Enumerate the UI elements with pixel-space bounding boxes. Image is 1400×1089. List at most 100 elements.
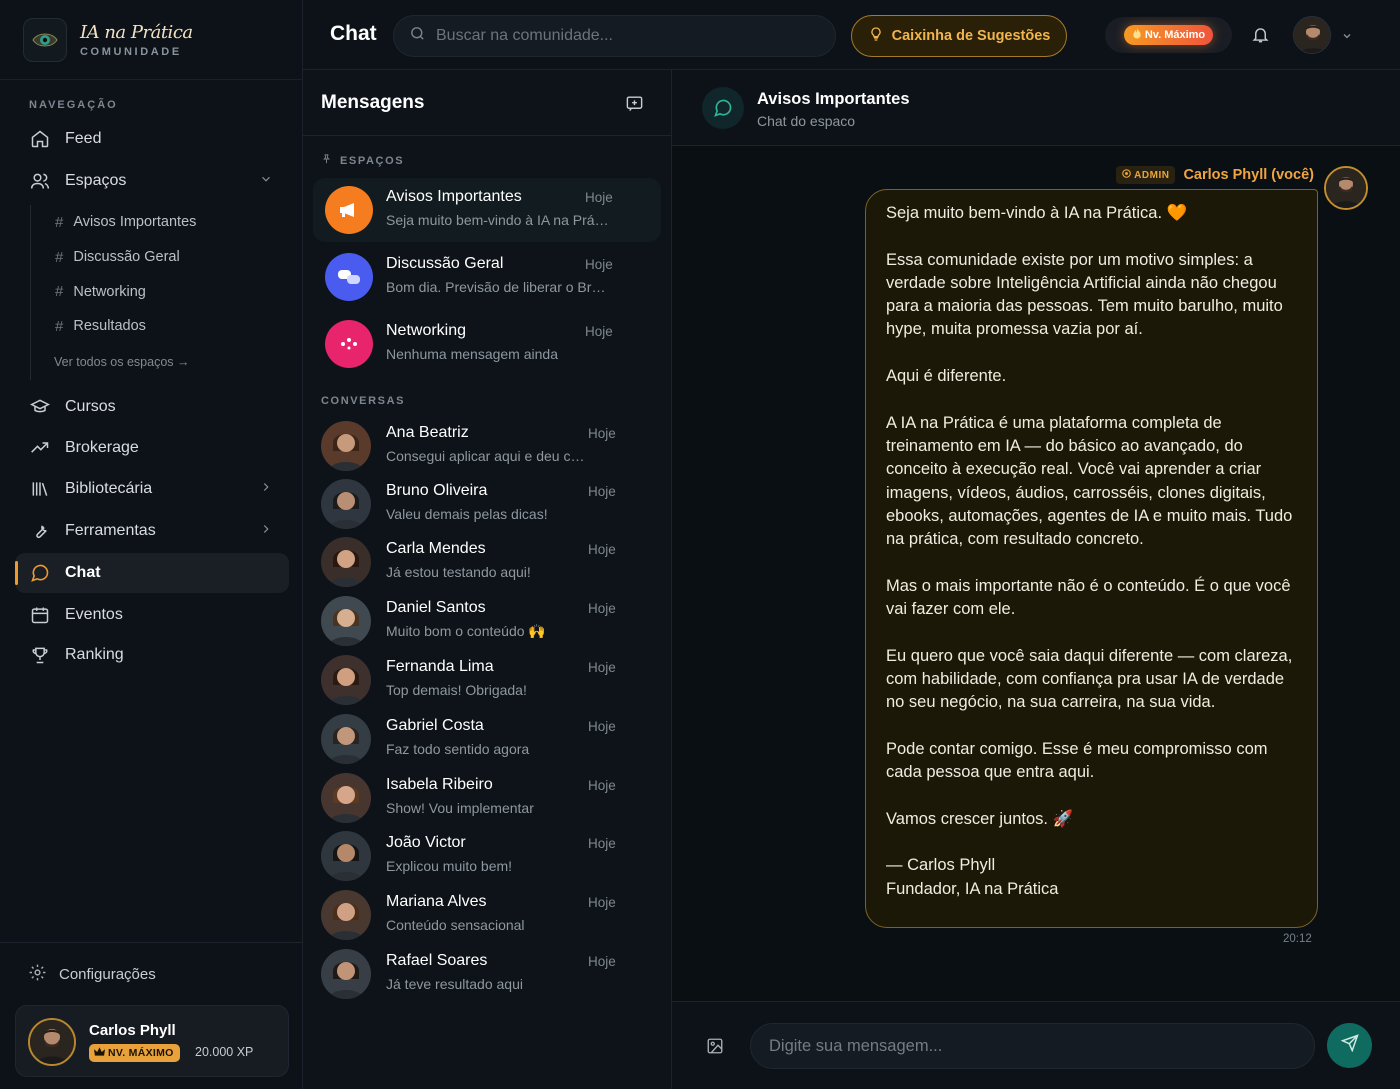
chevron-down-icon[interactable]	[1341, 29, 1353, 47]
avatar	[321, 890, 371, 940]
conversation-name: Bruno Oliveira	[386, 482, 488, 499]
conversation-time: Hoje	[588, 836, 616, 851]
message-author: Carlos Phyll (você)	[1183, 167, 1314, 183]
trending-up-icon	[29, 437, 51, 459]
messages-title: Mensagens	[321, 92, 425, 113]
conversation-time: Hoje	[588, 484, 616, 499]
nav-item-events[interactable]: Eventos	[15, 595, 289, 635]
avatar[interactable]	[1324, 166, 1368, 210]
conversation-item[interactable]: Carla Mendes Já estou testando aqui! Hoje	[313, 534, 661, 590]
image-icon[interactable]	[706, 1037, 724, 1060]
sidebar-footer: Configurações Carlos Phyll NV. MÁXIMO 20…	[0, 942, 303, 1089]
conversation-item[interactable]: Rafael Soares Já teve resultado aqui Hoje	[313, 946, 661, 1002]
suggestions-button[interactable]: Caixinha de Sugestões	[851, 15, 1067, 57]
megaphone-icon	[325, 186, 373, 234]
page-title: Chat	[330, 22, 377, 45]
subnav-item-networking[interactable]: # Networking	[31, 274, 280, 309]
see-all-spaces-link[interactable]: Ver todos os espaços →	[31, 344, 280, 380]
conversation-item[interactable]: Fernanda Lima Top demais! Obrigada! Hoje	[313, 652, 661, 708]
nav-item-feed[interactable]: Feed	[15, 119, 289, 159]
subnav-item-discussao[interactable]: # Discussão Geral	[31, 240, 280, 275]
settings-link[interactable]: Configurações	[28, 963, 156, 986]
conversation-name: Gabriel Costa	[386, 717, 484, 734]
space-conversation[interactable]: Networking Nenhuma mensagem ainda Hoje	[313, 312, 661, 376]
users-icon	[29, 170, 51, 192]
nav-item-label: Eventos	[65, 606, 123, 623]
conversation-time: Hoje	[588, 542, 616, 557]
message-input[interactable]	[751, 1024, 1314, 1068]
nav-item-label: Ranking	[65, 646, 124, 663]
bell-icon[interactable]	[1251, 25, 1270, 49]
wrench-icon	[29, 520, 51, 542]
conversation-preview: Já teve resultado aqui	[386, 976, 523, 992]
subnav-item-avisos[interactable]: # Avisos Importantes	[31, 205, 280, 240]
admin-badge: ADMIN	[1116, 166, 1176, 184]
chat-bubbles-icon	[325, 253, 373, 301]
subnav-item-resultados[interactable]: # Resultados	[31, 309, 280, 344]
conversation-item[interactable]: Daniel Santos Muito bom o conteúdo 🙌 Hoje	[313, 593, 661, 649]
xp-value: 20.000 XP	[195, 1045, 254, 1059]
settings-label: Configurações	[59, 966, 156, 983]
send-button[interactable]	[1327, 1023, 1372, 1068]
new-message-icon[interactable]	[625, 94, 644, 118]
nav-item-ranking[interactable]: Ranking	[15, 635, 289, 675]
avatar	[28, 1018, 76, 1066]
conversation-preview: Top demais! Obrigada!	[386, 682, 527, 698]
brand[interactable]: IA na Prática COMUNIDADE	[0, 0, 302, 80]
avatar	[321, 537, 371, 587]
nav-item-spaces[interactable]: Espaços	[15, 161, 289, 201]
avatar	[321, 714, 371, 764]
home-icon	[29, 128, 51, 150]
conversation-preview: Faz todo sentido agora	[386, 741, 530, 757]
conversation-item[interactable]: Gabriel Costa Faz todo sentido agora Hoje	[313, 711, 661, 767]
conversation-item[interactable]: Mariana Alves Conteúdo sensacional Hoje	[313, 887, 661, 943]
conversation-preview: Explicou muito bem!	[386, 858, 513, 874]
conversation-item[interactable]: João Victor Explicou muito bem! Hoje	[313, 828, 661, 884]
conversation-time: Hoje	[588, 660, 616, 675]
chevron-down-icon	[259, 172, 273, 191]
conversation-name: Mariana Alves	[386, 893, 487, 910]
avatar	[321, 479, 371, 529]
space-preview: Nenhuma mensagem ainda	[386, 346, 558, 362]
lightbulb-icon	[868, 26, 884, 46]
library-icon	[29, 478, 51, 500]
gear-icon	[28, 963, 47, 986]
conversation-name: Daniel Santos	[386, 599, 486, 616]
conversation-time: Hoje	[588, 426, 616, 441]
nav-item-chat[interactable]: Chat	[15, 553, 289, 593]
nav-item-label: Bibliotecária	[65, 480, 153, 497]
chevron-right-icon	[259, 480, 273, 499]
calendar-icon	[29, 604, 51, 626]
user-card[interactable]: Carlos Phyll NV. MÁXIMO 20.000 XP	[15, 1005, 289, 1077]
hash-icon: #	[55, 213, 64, 231]
conversation-name: Rafael Soares	[386, 952, 488, 969]
nav-item-brokerage[interactable]: Brokerage	[15, 428, 289, 468]
chat-bubble-icon	[29, 562, 51, 584]
search-box[interactable]	[393, 15, 836, 57]
conversation-item[interactable]: Bruno Oliveira Valeu demais pelas dicas! H…	[313, 476, 661, 532]
chat-header: Avisos Importantes Chat do espaco	[672, 70, 1400, 146]
message-author-row: ADMIN Carlos Phyll (você)	[1116, 166, 1314, 184]
space-conversation[interactable]: Discussão Geral Bom dia. Previsão de lib…	[313, 245, 661, 309]
pin-icon	[321, 153, 332, 168]
nav-item-courses[interactable]: Cursos	[15, 387, 289, 427]
conversation-item[interactable]: Ana Beatriz Consegui aplicar aqui e deu c…	[313, 418, 661, 474]
eye-logo-icon	[23, 17, 67, 62]
message-field[interactable]	[750, 1023, 1315, 1069]
avatar[interactable]	[1293, 16, 1331, 54]
avatar	[321, 655, 371, 705]
spaces-section-label: ESPAÇOS	[321, 153, 404, 168]
subnav-label: Networking	[73, 283, 146, 300]
space-name: Discussão Geral	[386, 255, 504, 272]
nav-item-library[interactable]: Bibliotecária	[15, 469, 289, 509]
level-indicator[interactable]: Nv. Máximo	[1105, 17, 1232, 53]
space-conversation[interactable]: Avisos Importantes Seja muito bem-vindo …	[313, 178, 661, 242]
search-input[interactable]	[436, 27, 816, 45]
conversation-item[interactable]: Isabela Ribeiro Show! Vou implementar Hoje	[313, 770, 661, 826]
nav-item-tools[interactable]: Ferramentas	[15, 511, 289, 551]
trophy-icon	[29, 644, 51, 666]
message-bubble: Seja muito bem-vindo à IA na Prática. 🧡 …	[865, 189, 1318, 928]
subnav-label: Avisos Importantes	[73, 214, 197, 231]
conversation-name: Isabela Ribeiro	[386, 776, 493, 793]
conversation-time: Hoje	[588, 778, 616, 793]
